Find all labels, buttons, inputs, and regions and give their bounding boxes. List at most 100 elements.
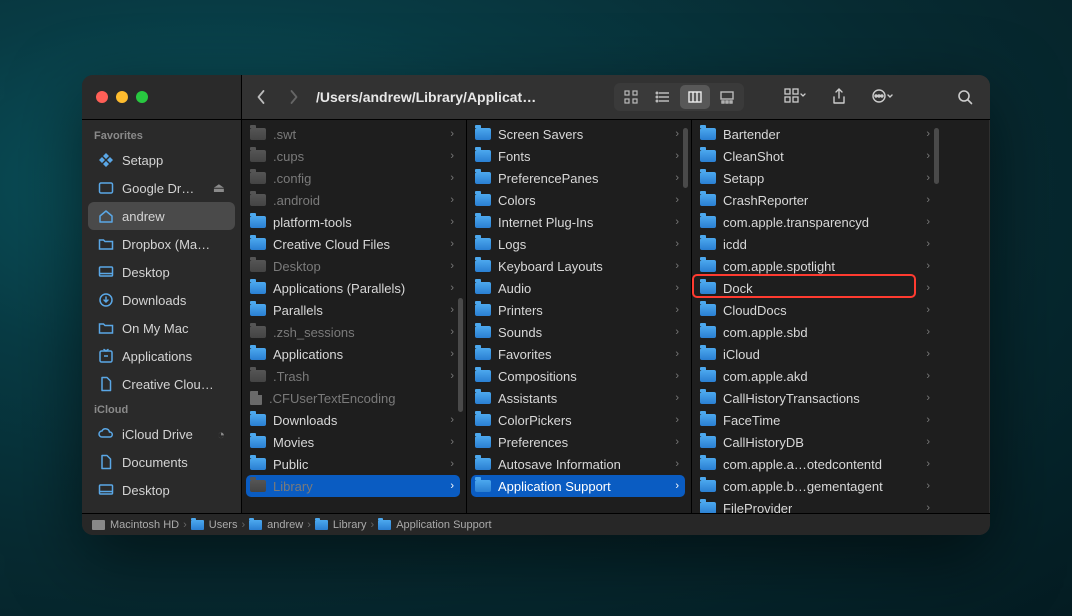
column-row[interactable]: .android› [246,189,460,211]
column-row[interactable]: Internet Plug-Ins› [471,211,685,233]
sidebar-item-documents[interactable]: Documents [88,448,235,476]
sidebar-item-on-my-mac[interactable]: On My Mac [88,314,235,342]
sidebar-item-dropbox-ma-[interactable]: Dropbox (Ma… [88,230,235,258]
sidebar-item-google-dr-[interactable]: Google Dr…⏏ [88,174,235,202]
column-row[interactable]: Printers› [471,299,685,321]
column-row[interactable]: Creative Cloud Files› [246,233,460,255]
search-button[interactable] [950,84,980,110]
column-row[interactable]: PreferencePanes› [471,167,685,189]
scrollbar-thumb[interactable] [934,128,939,184]
sidebar-item-applications[interactable]: Applications [88,342,235,370]
column-row[interactable]: Favorites› [471,343,685,365]
column-row[interactable]: ColorPickers› [471,409,685,431]
column-row[interactable]: Compositions› [471,365,685,387]
column-row[interactable]: Parallels› [246,299,460,321]
column-row[interactable]: CallHistoryDB› [696,431,936,453]
path-segment[interactable]: andrew [249,519,303,531]
column-row[interactable]: com.apple.transparencyd› [696,211,936,233]
share-button[interactable] [824,84,854,110]
icon-view-button[interactable] [616,85,646,109]
sidebar-item-creative-clou-[interactable]: Creative Clou… [88,370,235,398]
column-row[interactable]: FileProvider› [696,497,936,513]
row-label: Applications (Parallels) [273,281,405,296]
column-row[interactable]: Sounds› [471,321,685,343]
folder-icon [475,348,491,360]
column-row[interactable]: CleanShot› [696,145,936,167]
column-row[interactable]: Desktop› [246,255,460,277]
scrollbar[interactable] [934,124,939,509]
path-separator: › [371,519,375,531]
column-row[interactable]: com.apple.a…otedcontentd› [696,453,936,475]
close-window-button[interactable] [96,91,108,103]
sidebar-item-setapp[interactable]: Setapp [88,146,235,174]
action-button[interactable] [868,84,898,110]
back-button[interactable] [248,84,274,110]
group-by-button[interactable] [780,84,810,110]
column-row[interactable]: icdd› [696,233,936,255]
column-view-button[interactable] [680,85,710,109]
column-row[interactable]: Autosave Information› [471,453,685,475]
folder-icon [475,370,491,382]
column-row[interactable]: com.apple.spotlight› [696,255,936,277]
scrollbar[interactable] [683,124,688,509]
column-row[interactable]: platform-tools› [246,211,460,233]
column-row[interactable]: Application Support› [471,475,685,497]
column-row[interactable]: Library› [246,475,460,497]
scrollbar[interactable] [458,124,463,509]
zoom-window-button[interactable] [136,91,148,103]
column-row[interactable]: Dock› [696,277,936,299]
cloud-icon [98,426,114,442]
doc-icon [98,376,114,392]
sidebar-item-andrew[interactable]: andrew [88,202,235,230]
minimize-window-button[interactable] [116,91,128,103]
column-row[interactable]: Colors› [471,189,685,211]
column-row[interactable]: Downloads› [246,409,460,431]
column-row[interactable]: com.apple.b…gementagent› [696,475,936,497]
sidebar-item-desktop[interactable]: Desktop [88,258,235,286]
chevron-right-icon: › [450,260,454,272]
sidebar-item-shared[interactable]: Shared [88,504,235,513]
scrollbar-thumb[interactable] [683,128,688,188]
column-row[interactable]: Bartender› [696,123,936,145]
column-row[interactable]: FaceTime› [696,409,936,431]
sidebar-item-downloads[interactable]: Downloads [88,286,235,314]
column-row[interactable]: CallHistoryTransactions› [696,387,936,409]
sidebar-item-icloud-drive[interactable]: iCloud Drive◔ [88,420,235,448]
column-row[interactable]: com.apple.sbd› [696,321,936,343]
column-row[interactable]: CrashReporter› [696,189,936,211]
forward-button[interactable] [280,84,306,110]
gallery-view-button[interactable] [712,85,742,109]
column-row[interactable]: Movies› [246,431,460,453]
column-row[interactable]: Preferences› [471,431,685,453]
scrollbar-thumb[interactable] [458,298,463,412]
path-segment[interactable]: Macintosh HD [92,519,179,531]
column-row[interactable]: Keyboard Layouts› [471,255,685,277]
row-label: Creative Cloud Files [273,237,390,252]
column-row[interactable]: iCloud› [696,343,936,365]
sidebar-item-desktop[interactable]: Desktop [88,476,235,504]
column-row[interactable]: .swt› [246,123,460,145]
column-row[interactable]: Fonts› [471,145,685,167]
column-row[interactable]: .zsh_sessions› [246,321,460,343]
column-row[interactable]: Audio› [471,277,685,299]
path-segment[interactable]: Users [191,519,238,531]
row-label: .CFUserTextEncoding [269,391,395,406]
path-segment[interactable]: Library [315,519,367,531]
path-segment[interactable]: Application Support [378,519,491,531]
column-row[interactable]: .cups› [246,145,460,167]
column-row[interactable]: .Trash› [246,365,460,387]
column-row[interactable]: CloudDocs› [696,299,936,321]
column-row[interactable]: Applications› [246,343,460,365]
column-row[interactable]: Assistants› [471,387,685,409]
chevron-right-icon: › [450,458,454,470]
column-row[interactable]: Screen Savers› [471,123,685,145]
column-row[interactable]: com.apple.akd› [696,365,936,387]
column-row[interactable]: Setapp› [696,167,936,189]
column-row[interactable]: Logs› [471,233,685,255]
column-row[interactable]: Public› [246,453,460,475]
column-row[interactable]: .CFUserTextEncoding [246,387,460,409]
column-row[interactable]: Applications (Parallels)› [246,277,460,299]
column-row[interactable]: .config› [246,167,460,189]
list-view-button[interactable] [648,85,678,109]
folder-icon [250,150,266,162]
